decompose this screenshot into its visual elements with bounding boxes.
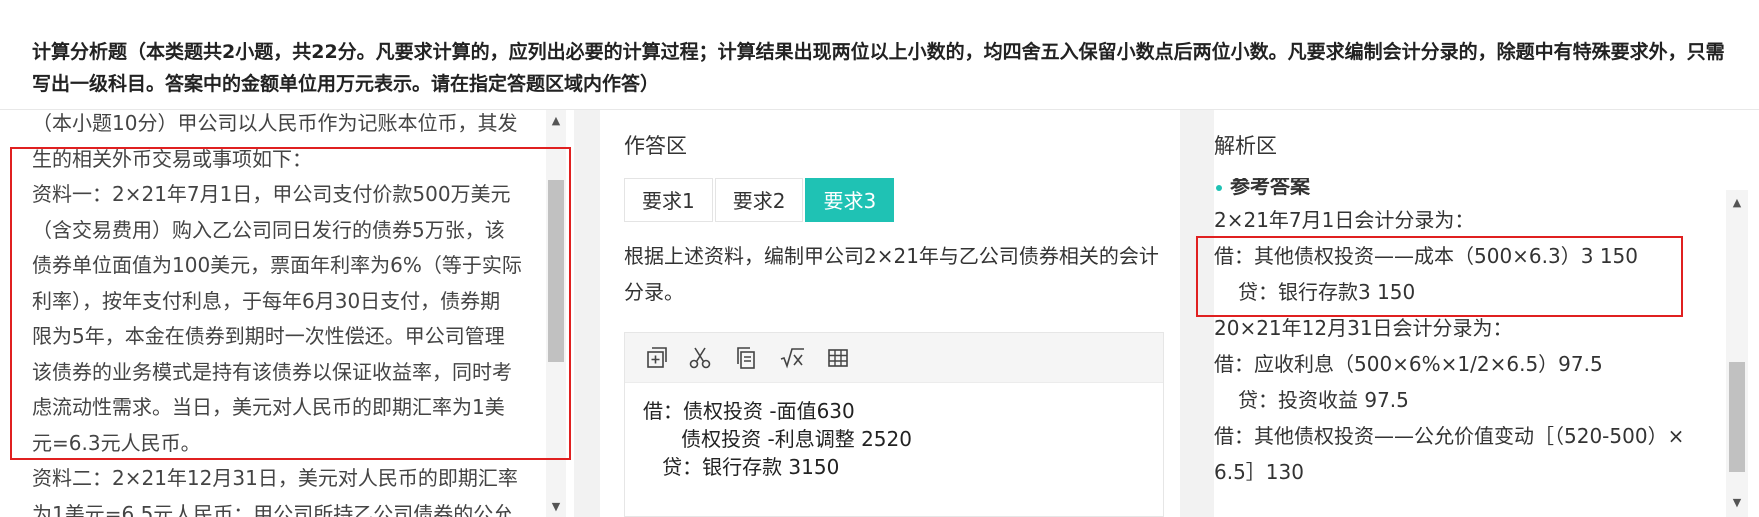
tab-requirement-2[interactable]: 要求2: [714, 178, 804, 222]
analysis-scrollbar-thumb[interactable]: [1729, 362, 1745, 472]
analysis-line: 2×21年7月1日会计分录为：: [1214, 208, 1475, 232]
reference-answer-heading: 参考答案: [1216, 178, 1310, 199]
analysis-area-title: 解析区: [1214, 134, 1277, 158]
tab-requirement-3[interactable]: 要求3: [805, 178, 895, 222]
bullet-dot-icon: [1216, 184, 1222, 191]
analysis-line: 借：其他债权投资——公允价值变动［（520-500）×: [1214, 424, 1685, 448]
editor-toolbar: [625, 333, 1163, 383]
question-line: 资料二：2×21年12月31日，美元对人民币的即期汇率: [32, 466, 518, 490]
copy-icon[interactable]: [733, 345, 759, 371]
scroll-up-arrow-icon[interactable]: ▲: [1728, 196, 1746, 210]
analysis-line: 6.5］130: [1214, 460, 1304, 484]
requirement-tabs: 要求1 要求2 要求3: [624, 178, 896, 222]
answer-area-title: 作答区: [624, 134, 687, 158]
table-icon[interactable]: [825, 345, 851, 371]
scroll-down-arrow-icon[interactable]: ▼: [547, 500, 565, 514]
analysis-content: 参考答案 2×21年7月1日会计分录为： 借：其他债权投资——成本（500×6.…: [1214, 178, 1739, 517]
highlight-box-question: [10, 147, 571, 460]
pane-divider: [574, 110, 600, 517]
question-line: （本小题10分）甲公司以人民币作为记账本位币，其发: [32, 111, 518, 135]
answer-editor[interactable]: 借：债权投资 -面值630 债权投资 -利息调整 2520 贷：银行存款 315…: [624, 332, 1164, 517]
reference-answer-label: 参考答案: [1230, 178, 1310, 198]
analysis-line: 贷：投资收益 97.5: [1238, 388, 1409, 412]
editor-content[interactable]: 借：债权投资 -面值630 债权投资 -利息调整 2520 贷：银行存款 315…: [643, 397, 912, 481]
sqrt-icon[interactable]: [779, 345, 805, 371]
question-instructions: 计算分析题（本类题共2小题，共22分。凡要求计算的，应列出必要的计算过程；计算结…: [32, 41, 1725, 95]
highlight-box-answer: [1196, 236, 1683, 317]
requirement-text: 根据上述资料，编制甲公司2×21年与乙公司债券相关的会计分录。: [624, 244, 1159, 304]
scroll-down-arrow-icon[interactable]: ▼: [1728, 496, 1746, 510]
cut-icon[interactable]: [687, 345, 713, 371]
answer-pane: 作答区 要求1 要求2 要求3 根据上述资料，编制甲公司2×21年与乙公司债券相…: [600, 110, 1180, 517]
scroll-up-arrow-icon[interactable]: ▲: [547, 114, 565, 128]
analysis-line: 借：应收利息（500×6%×1/2×6.5）97.5: [1214, 352, 1603, 376]
tab-requirement-1[interactable]: 要求1: [624, 178, 713, 222]
question-header: 计算分析题（本类题共2小题，共22分。凡要求计算的，应列出必要的计算过程；计算结…: [0, 0, 1759, 110]
insert-formula-icon[interactable]: [643, 345, 669, 371]
question-line: 为1美元=6.5元人民币；甲公司所持乙公司债券的公允: [32, 501, 514, 517]
